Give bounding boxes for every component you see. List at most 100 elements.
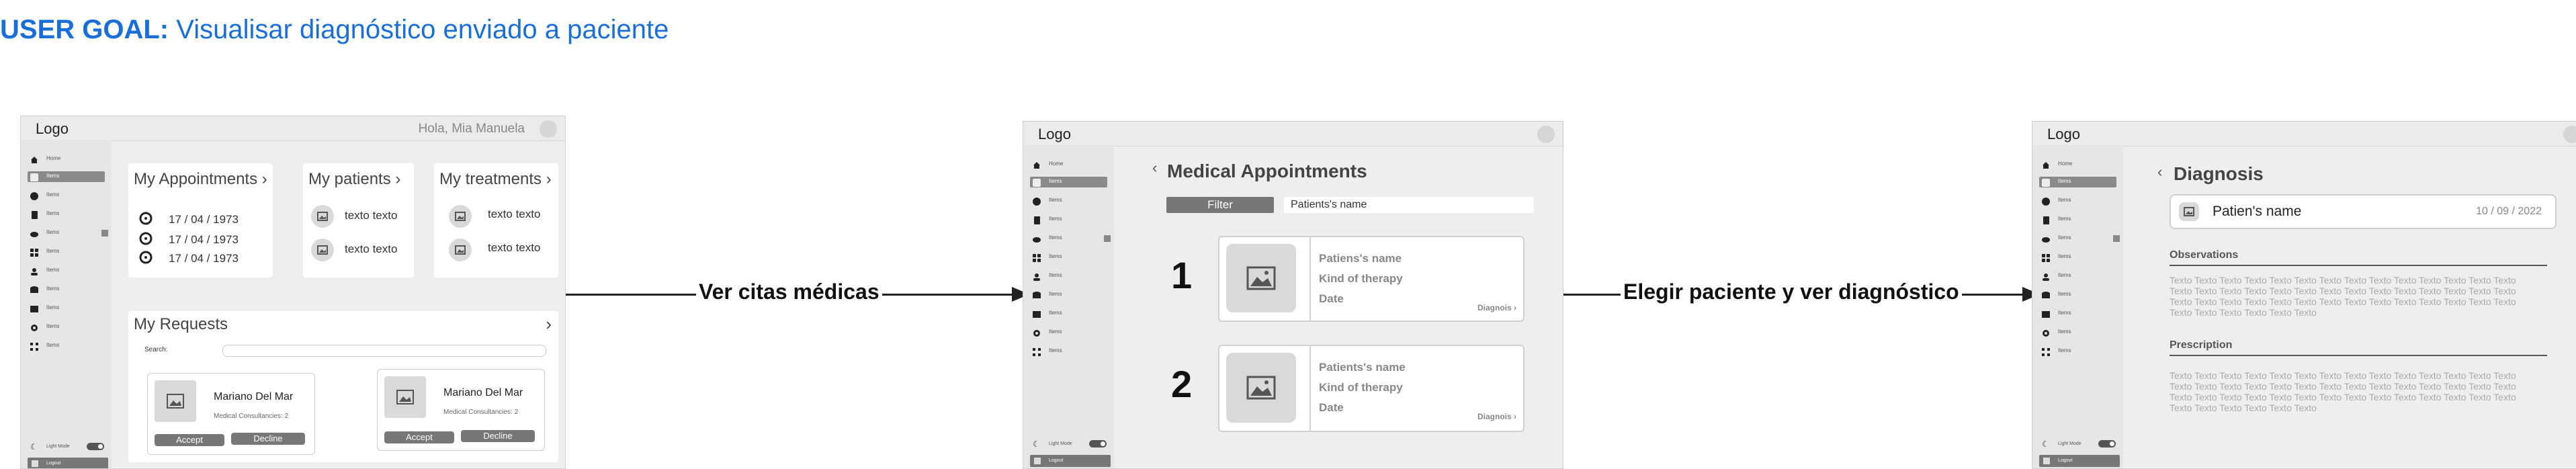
sidebar-item-4[interactable]: Items [2039, 233, 2116, 244]
treatments-title[interactable]: My treatments › [439, 170, 552, 189]
treatment-avatar [449, 205, 472, 228]
sidebar-item-8[interactable]: Items [28, 303, 105, 314]
page-title: Medical Appointments [1167, 161, 1367, 181]
sidebar-item-7[interactable]: Items [28, 284, 105, 295]
appointment-item[interactable]: Patients's name Kind of therapy Date Dia… [1218, 345, 1525, 432]
accept-button[interactable]: Accept [155, 434, 224, 446]
sidebar-item-8[interactable]: Items [2039, 308, 2116, 319]
sidebar-item-home[interactable]: Home [1030, 159, 1107, 170]
requests-chevron[interactable]: › [546, 314, 552, 335]
back-chevron-icon[interactable]: ‹ [1152, 159, 1157, 177]
file-icon [30, 210, 38, 219]
sidebar-item-6[interactable]: Items [2039, 271, 2116, 282]
sidebar-item-5[interactable]: Items [1030, 252, 1107, 263]
appointment-date: 17 / 04 / 1973 [169, 252, 239, 265]
sidebar-item-10[interactable]: Items [1030, 346, 1107, 357]
diagnosis-screen: Logo Home Items Items Items Items Items … [2032, 121, 2576, 469]
appointment-item[interactable]: Patiens's name Kind of therapy Date Diag… [1218, 236, 1525, 322]
diagnosis-link[interactable]: Diagnois › [1477, 303, 1516, 312]
search-label: Search: [144, 346, 168, 353]
sidebar-item-9[interactable]: Items [2039, 327, 2116, 338]
filter-input[interactable]: Patients's name [1284, 197, 1534, 213]
observations-text: Texto Texto Texto Texto Texto Texto Text… [2170, 275, 2516, 318]
sidebar-item-label: Items [2058, 310, 2071, 316]
treatment-name[interactable]: texto texto [488, 208, 540, 221]
back-chevron-icon[interactable]: ‹ [2157, 163, 2162, 181]
diagnosis-link[interactable]: Diagnois › [1477, 412, 1516, 421]
gear-icon [30, 323, 38, 331]
appointment-number: 2 [1171, 363, 1193, 405]
sidebar-item-7[interactable]: Items [1030, 290, 1107, 300]
sidebar-item-2[interactable]: Items [1030, 196, 1107, 206]
logout-button[interactable]: Logout [1030, 455, 1111, 467]
accept-button[interactable]: Accept [384, 431, 454, 443]
patients-title[interactable]: My patients › [308, 170, 400, 189]
treatments-card[interactable]: My treatments › texto texto texto texto [434, 163, 558, 278]
appointments-title[interactable]: My Appointments › [134, 170, 267, 189]
light-mode-toggle[interactable] [87, 443, 104, 450]
sidebar-item-active[interactable]: Items [2039, 177, 2116, 187]
notification-square [2113, 235, 2120, 242]
appointments-card[interactable]: My Appointments › 17 / 04 / 1973 17 / 04… [128, 163, 273, 278]
sidebar-item-3[interactable]: Items [1030, 214, 1107, 225]
clock-icon [139, 212, 153, 225]
patient-name[interactable]: texto texto [345, 243, 397, 256]
sidebar-item-3[interactable]: Items [2039, 214, 2116, 225]
logo[interactable]: Logo [1038, 126, 1071, 143]
sidebar-item-4[interactable]: Items [28, 228, 105, 239]
search-input[interactable] [222, 345, 546, 357]
decline-button[interactable]: Decline [461, 430, 535, 442]
sidebar-item-label: Items [1049, 178, 1062, 184]
appointment-date: 17 / 04 / 1973 [169, 233, 239, 246]
observations-divider [2170, 265, 2547, 266]
sidebar-item-label: Items [46, 323, 60, 329]
sidebar-item-label: Items [2058, 291, 2071, 297]
sidebar-item-9[interactable]: Items [28, 322, 105, 333]
avatar[interactable] [2563, 126, 2576, 143]
sidebar-item-3[interactable]: Items [28, 209, 105, 220]
sidebar-item-label: Items [2058, 329, 2071, 335]
file-icon [2042, 216, 2050, 224]
patient-name[interactable]: texto texto [345, 209, 397, 222]
sidebar-item-label: Items [1049, 216, 1062, 222]
sidebar-item-5[interactable]: Items [28, 247, 105, 257]
sidebar-item-7[interactable]: Items [2039, 290, 2116, 300]
sidebar-item-label: Items [1049, 329, 1062, 335]
cloud-icon [2042, 234, 2050, 243]
requests-title[interactable]: My Requests [134, 315, 228, 334]
sidebar-item-home[interactable]: Home [2039, 159, 2116, 170]
sidebar-item-label: Home [46, 155, 61, 161]
sidebar-item-active[interactable]: Items [1030, 177, 1107, 187]
sidebar-item-6[interactable]: Items [1030, 271, 1107, 282]
decline-button[interactable]: Decline [231, 433, 305, 445]
sidebar-item-5[interactable]: Items [2039, 252, 2116, 263]
sidebar-item-home[interactable]: Home [28, 154, 105, 165]
sidebar-item-8[interactable]: Items [1030, 308, 1107, 319]
sidebar-item-6[interactable]: Items [28, 265, 105, 276]
sidebar-item-10[interactable]: Items [2039, 346, 2116, 357]
sidebar-item-label: Items [46, 191, 60, 198]
treatment-name[interactable]: texto texto [488, 241, 540, 255]
logo[interactable]: Logo [36, 120, 69, 138]
avatar[interactable] [540, 120, 557, 138]
logout-button[interactable]: Logout [2039, 455, 2120, 467]
patient-avatar [2179, 202, 2199, 221]
sidebar-item-2[interactable]: Items [28, 190, 105, 201]
sidebar-item-2[interactable]: Items [2039, 196, 2116, 206]
cloud-icon [1033, 234, 1041, 243]
moon-icon: ☾ [1033, 439, 1040, 449]
sidebar-item-10[interactable]: Items [28, 341, 105, 351]
patients-card[interactable]: My patients › texto texto texto texto [303, 163, 414, 278]
user-goal-prefix: USER GOAL: [0, 15, 169, 44]
image-icon [455, 245, 466, 255]
sidebar-item-4[interactable]: Items [1030, 233, 1107, 244]
sidebar-item-active[interactable]: Items [28, 171, 105, 182]
logo[interactable]: Logo [2047, 126, 2080, 143]
light-mode-toggle[interactable] [1089, 440, 1107, 447]
logout-button[interactable]: Logout [28, 458, 108, 468]
flow-arrow-1-label: Ver citas médicas [696, 280, 882, 304]
filter-button[interactable]: Filter [1166, 197, 1274, 213]
sidebar-item-9[interactable]: Items [1030, 327, 1107, 338]
light-mode-toggle[interactable] [2098, 440, 2116, 447]
avatar[interactable] [1537, 126, 1555, 143]
